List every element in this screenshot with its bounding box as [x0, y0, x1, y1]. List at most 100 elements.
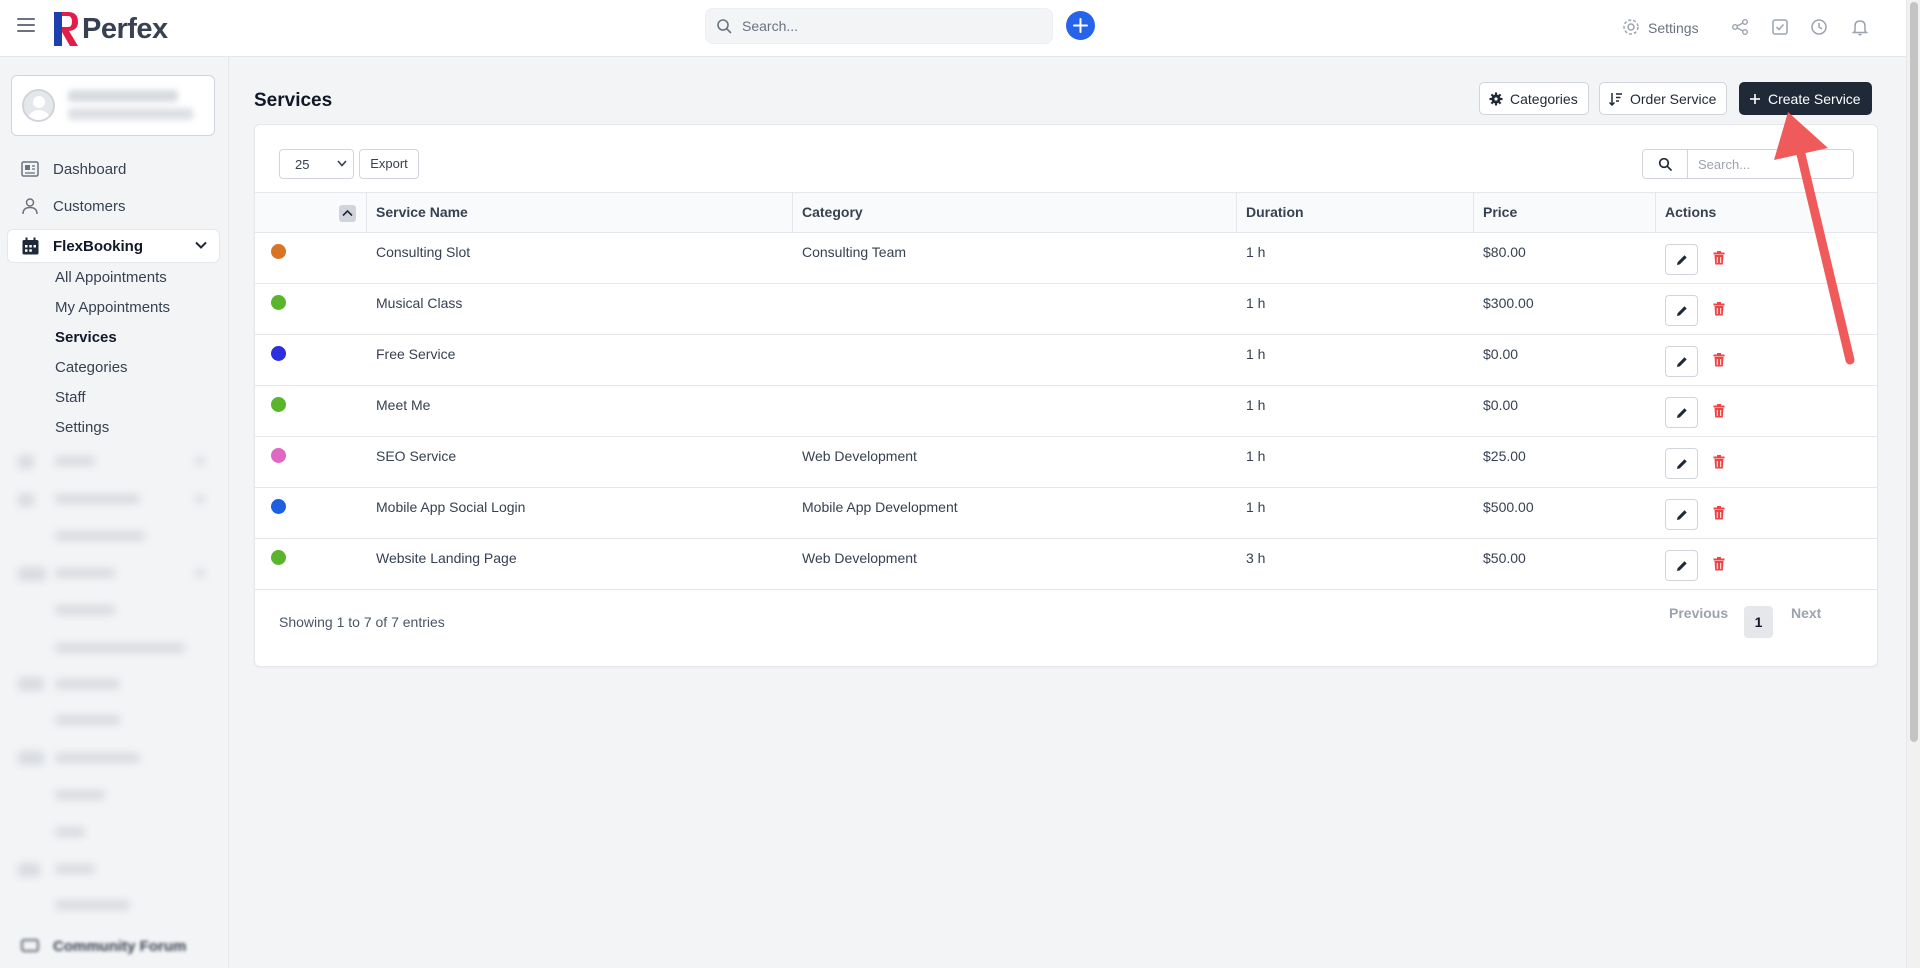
- order-service-button[interactable]: Order Service: [1599, 82, 1728, 115]
- cell-service-name[interactable]: Free Service: [376, 346, 455, 362]
- blurred-menu-item[interactable]: [55, 605, 115, 615]
- trash-icon[interactable]: [1713, 251, 1725, 265]
- trash-icon[interactable]: [1713, 506, 1725, 520]
- cell-duration: 1 h: [1246, 244, 1266, 260]
- edit-button[interactable]: [1665, 550, 1698, 581]
- global-search-input[interactable]: Search...: [705, 8, 1053, 44]
- quick-create-button[interactable]: [1066, 11, 1095, 40]
- column-header-category[interactable]: Category: [802, 204, 863, 220]
- blurred-menu-item[interactable]: [55, 715, 120, 725]
- edit-button[interactable]: [1665, 397, 1698, 428]
- blurred-menu-item[interactable]: [55, 864, 95, 874]
- cell-service-name[interactable]: Musical Class: [376, 295, 462, 311]
- table-row: Meet Me 1 h $0.00: [255, 386, 1877, 437]
- create-service-button-label: Create Service: [1768, 90, 1861, 107]
- edit-button[interactable]: [1665, 448, 1698, 479]
- cell-service-name[interactable]: Meet Me: [376, 397, 430, 413]
- trash-icon[interactable]: [1713, 353, 1725, 367]
- search-placeholder: Search...: [742, 18, 799, 34]
- blurred-menu-item[interactable]: [55, 679, 120, 689]
- create-service-button[interactable]: Create Service: [1739, 82, 1872, 115]
- share-icon[interactable]: [1731, 18, 1749, 36]
- scrollbar-thumb[interactable]: [1910, 2, 1918, 742]
- sidebar-subitem-services[interactable]: Services: [55, 329, 117, 346]
- table-row: Musical Class 1 h $300.00: [255, 284, 1877, 335]
- sidebar-item-customers[interactable]: Customers: [20, 195, 126, 217]
- blurred-menu-item[interactable]: [55, 568, 115, 578]
- pagination-current-page[interactable]: 1: [1744, 606, 1773, 638]
- sidebar-subitem-settings[interactable]: Settings: [55, 419, 109, 436]
- sidebar-subitem-all-appointments[interactable]: All Appointments: [55, 269, 167, 286]
- pagination-next[interactable]: Next: [1791, 605, 1821, 621]
- column-header-price[interactable]: Price: [1483, 204, 1517, 220]
- trash-icon[interactable]: [1713, 404, 1725, 418]
- gear-icon[interactable]: [1622, 18, 1640, 36]
- blurred-menu-item[interactable]: [55, 531, 145, 541]
- sidebar-subitem-categories[interactable]: Categories: [55, 359, 128, 376]
- table-row: Free Service 1 h $0.00: [255, 335, 1877, 386]
- edit-button[interactable]: [1665, 346, 1698, 377]
- page-length-select[interactable]: 25: [279, 149, 354, 179]
- cell-service-name[interactable]: Website Landing Page: [376, 550, 517, 566]
- blurred-menu-icon: [18, 677, 44, 691]
- table-row: Mobile App Social Login Mobile App Develo…: [255, 488, 1877, 539]
- cell-service-name[interactable]: SEO Service: [376, 448, 456, 464]
- cell-price: $300.00: [1483, 295, 1534, 311]
- blurred-menu-icon: [18, 751, 44, 765]
- edit-button[interactable]: [1665, 499, 1698, 530]
- blurred-menu-item[interactable]: [55, 643, 185, 653]
- blurred-menu-item[interactable]: [55, 827, 85, 837]
- gear-icon: [1489, 92, 1503, 105]
- cell-duration: 1 h: [1246, 346, 1266, 362]
- export-button[interactable]: Export: [359, 149, 419, 179]
- sidebar-subitem-staff[interactable]: Staff: [55, 389, 86, 406]
- menu-icon[interactable]: [17, 18, 35, 34]
- cell-duration: 1 h: [1246, 397, 1266, 413]
- bell-icon[interactable]: [1851, 18, 1869, 36]
- sidebar-item-dashboard[interactable]: Dashboard: [20, 158, 126, 180]
- blurred-menu-chevron: [195, 495, 205, 503]
- blurred-menu-item[interactable]: [55, 456, 95, 466]
- sidebar-item-label: Community Forum: [53, 937, 187, 955]
- cell-service-name[interactable]: Consulting Slot: [376, 244, 470, 260]
- column-divider: [792, 193, 793, 232]
- pencil-icon: [1677, 255, 1687, 265]
- user-profile-card[interactable]: [11, 75, 215, 136]
- cell-category: Consulting Team: [802, 244, 907, 260]
- column-header-service-name[interactable]: Service Name: [376, 204, 468, 220]
- trash-icon[interactable]: [1713, 302, 1725, 316]
- blurred-menu-item[interactable]: [55, 790, 105, 800]
- cell-service-name[interactable]: Mobile App Social Login: [376, 499, 525, 515]
- settings-link[interactable]: Settings: [1648, 20, 1699, 36]
- table-row: SEO Service Web Development 1 h $25.00: [255, 437, 1877, 488]
- logo[interactable]: Perfex: [54, 12, 168, 46]
- blurred-user-name: [68, 90, 178, 102]
- task-check-icon[interactable]: [1771, 18, 1789, 36]
- page-title: Services: [254, 90, 333, 111]
- edit-button[interactable]: [1665, 295, 1698, 326]
- table-row: Website Landing Page Web Development 3 h $5…: [255, 539, 1877, 590]
- calendar-icon: [22, 237, 39, 255]
- service-color-dot: [271, 550, 286, 565]
- edit-button[interactable]: [1665, 244, 1698, 275]
- page-scrollbar[interactable]: [1906, 0, 1920, 968]
- blurred-menu-item[interactable]: [55, 900, 130, 910]
- sidebar-item-flexbooking[interactable]: FlexBooking: [7, 229, 220, 263]
- blurred-menu-item[interactable]: [55, 753, 140, 763]
- services-table-panel: 25 Export Search... Service Name Categor…: [254, 124, 1878, 667]
- clock-icon[interactable]: [1810, 18, 1828, 36]
- blurred-menu-item[interactable]: [55, 494, 140, 504]
- sort-toggle[interactable]: [339, 205, 356, 222]
- sidebar-subitem-my-appointments[interactable]: My Appointments: [55, 299, 170, 316]
- pencil-icon: [1677, 408, 1687, 418]
- pagination-previous[interactable]: Previous: [1669, 605, 1728, 621]
- cell-duration: 1 h: [1246, 295, 1266, 311]
- categories-button[interactable]: Categories: [1479, 82, 1589, 115]
- search-icon: [717, 19, 732, 34]
- search-icon: [1658, 157, 1672, 171]
- trash-icon[interactable]: [1713, 455, 1725, 469]
- column-header-duration[interactable]: Duration: [1246, 204, 1304, 220]
- categories-button-label: Categories: [1510, 90, 1578, 107]
- sidebar-item-community-forum[interactable]: Community Forum: [20, 935, 186, 957]
- trash-icon[interactable]: [1713, 557, 1725, 571]
